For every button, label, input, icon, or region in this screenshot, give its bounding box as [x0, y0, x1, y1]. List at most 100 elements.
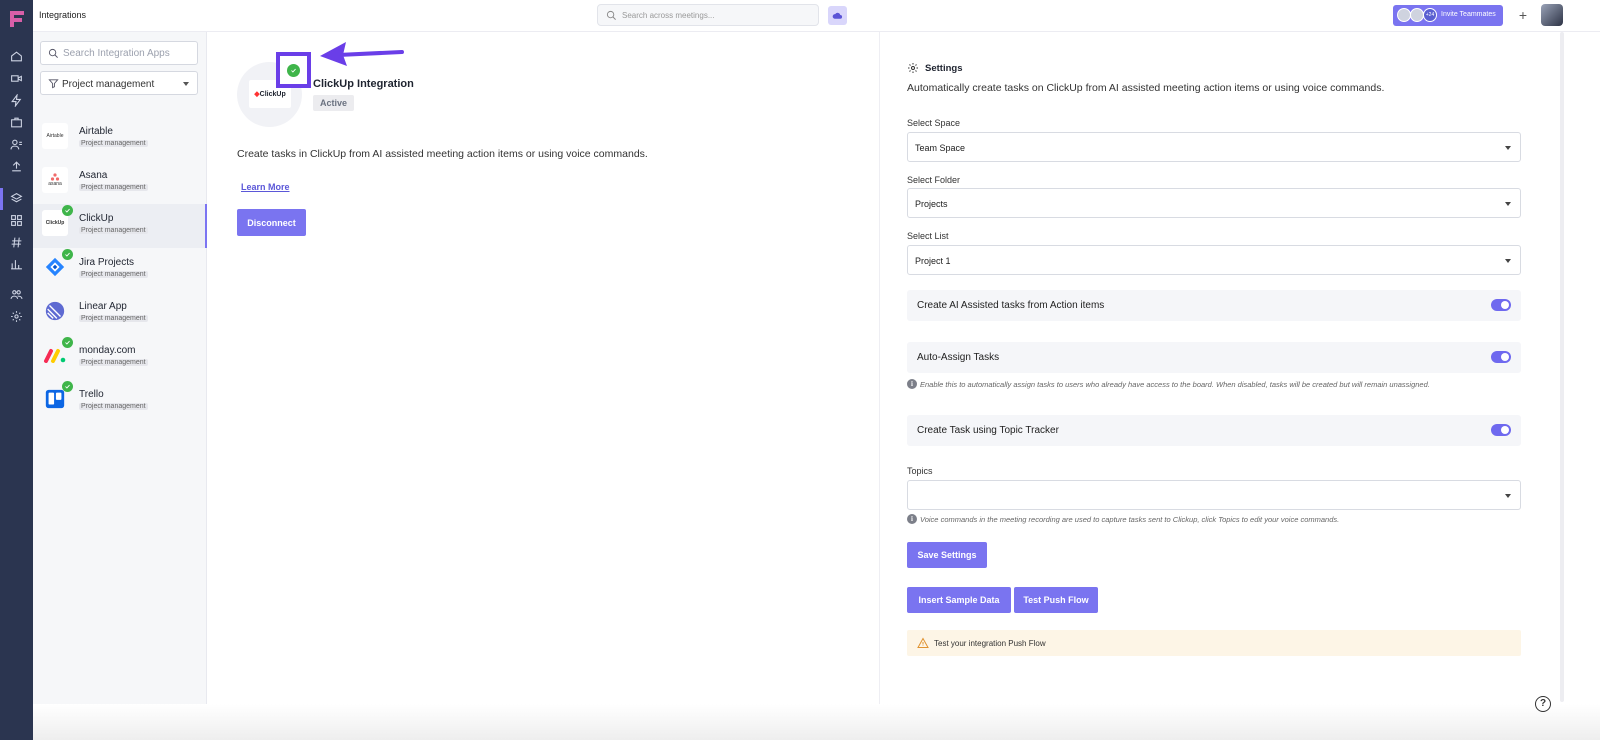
- lightning-icon[interactable]: [9, 93, 24, 108]
- teammate-avatar: [1397, 8, 1411, 22]
- clickup-logo-text: ClickUp: [45, 220, 65, 226]
- video-icon[interactable]: [9, 71, 24, 86]
- disconnect-button[interactable]: Disconnect: [237, 209, 306, 236]
- linear-logo-icon: [42, 298, 68, 324]
- sidebar-item-monday[interactable]: monday.com Project management: [33, 336, 207, 380]
- integration-app-list: Project management Airtable Airtable Pro…: [33, 32, 207, 710]
- connected-check-icon: [62, 337, 73, 348]
- folder-value: Projects: [915, 199, 948, 209]
- app-category: Project management: [79, 315, 148, 322]
- grid-icon[interactable]: [9, 213, 24, 228]
- home-icon[interactable]: [9, 49, 24, 64]
- warning-icon: [917, 637, 929, 648]
- cloud-button[interactable]: [828, 6, 847, 25]
- panel-divider: [879, 32, 880, 710]
- meeting-search-placeholder: Search across meetings...: [622, 11, 715, 20]
- linear-mark-icon: [45, 301, 65, 321]
- settings-header: Settings: [907, 62, 962, 74]
- jira-mark-icon: [45, 257, 65, 277]
- sidebar-item-asana[interactable]: asana Asana Project management: [33, 161, 207, 205]
- app-name: Asana: [79, 170, 108, 181]
- topics-select[interactable]: [907, 480, 1521, 510]
- chevron-down-icon: [1505, 494, 1511, 498]
- scrollbar[interactable]: [1560, 32, 1564, 702]
- category-filter-value: Project management: [62, 79, 155, 90]
- connected-check-icon: [62, 381, 73, 392]
- asana-logo-icon: asana: [42, 167, 68, 193]
- topics-hint-text: Voice commands in the meeting recording …: [920, 514, 1340, 524]
- page-title: Integrations: [39, 10, 87, 20]
- add-button[interactable]: +: [1514, 6, 1532, 24]
- contacts-icon[interactable]: [9, 137, 24, 152]
- user-avatar[interactable]: [1541, 4, 1563, 26]
- invite-teammates-label: Invite Teammates: [1441, 11, 1496, 18]
- invite-teammates-button[interactable]: +24 Invite Teammates: [1393, 5, 1503, 26]
- auto-assign-label: Auto-Assign Tasks: [917, 352, 1000, 363]
- list-value: Project 1: [915, 256, 951, 266]
- settings-icon[interactable]: [9, 309, 24, 324]
- app-name: monday.com: [79, 345, 136, 356]
- sidebar-item-trello[interactable]: Trello Project management: [33, 380, 207, 424]
- list-select[interactable]: Project 1: [907, 245, 1521, 275]
- monday-mark-icon: [44, 349, 66, 363]
- teammate-avatar: [1410, 8, 1424, 22]
- app-category: Project management: [79, 227, 148, 234]
- test-push-flow-button[interactable]: Test Push Flow: [1014, 587, 1098, 613]
- upload-icon[interactable]: [9, 159, 24, 174]
- integration-search-input[interactable]: [63, 45, 193, 61]
- layers-icon[interactable]: [9, 191, 24, 206]
- auto-assign-hint-text: Enable this to automatically assign task…: [920, 379, 1430, 389]
- sidebar-item-airtable[interactable]: Airtable Airtable Project management: [33, 117, 207, 161]
- sidebar-item-jira-projects[interactable]: Jira Projects Project management: [33, 248, 207, 292]
- sidebar-item-clickup[interactable]: ClickUp ClickUp Project management: [33, 204, 207, 248]
- topic-tracker-toggle[interactable]: [1491, 424, 1511, 436]
- airtable-logo-text: Airtable: [46, 133, 64, 139]
- app-category: Project management: [79, 140, 148, 147]
- chevron-down-icon: [1505, 259, 1511, 263]
- brand-logo[interactable]: [8, 9, 26, 29]
- insert-sample-data-button[interactable]: Insert Sample Data: [907, 587, 1011, 613]
- topics-label: Topics: [907, 466, 933, 476]
- meeting-search-input[interactable]: Search across meetings...: [597, 4, 819, 26]
- auto-assign-hint: i Enable this to automatically assign ta…: [907, 379, 1430, 389]
- save-settings-button[interactable]: Save Settings: [907, 542, 987, 568]
- integration-description: Create tasks in ClickUp from AI assisted…: [237, 148, 648, 160]
- topics-hint: i Voice commands in the meeting recordin…: [907, 514, 1339, 524]
- nav-rail: [0, 0, 33, 740]
- list-label: Select List: [907, 231, 949, 241]
- clickup-logo-text: ClickUp: [259, 90, 286, 98]
- auto-assign-toggle[interactable]: [1491, 351, 1511, 363]
- category-filter-dropdown[interactable]: Project management: [40, 71, 198, 95]
- topic-tracker-label: Create Task using Topic Tracker: [917, 425, 1059, 436]
- ai-tasks-toggle[interactable]: [1491, 299, 1511, 311]
- info-icon: i: [907, 379, 917, 389]
- settings-heading: Settings: [925, 62, 963, 74]
- asana-dots-icon: [50, 173, 60, 181]
- space-select[interactable]: Team Space: [907, 132, 1521, 162]
- app-name: Linear App: [79, 301, 127, 312]
- topic-tracker-setting: Create Task using Topic Tracker: [907, 415, 1521, 446]
- team-icon[interactable]: [9, 287, 24, 302]
- bottom-edge: [33, 704, 1600, 740]
- sidebar-item-linear-app[interactable]: Linear App Project management: [33, 292, 207, 336]
- chevron-down-icon: [1505, 202, 1511, 206]
- chart-icon[interactable]: [9, 257, 24, 272]
- folder-select[interactable]: Projects: [907, 188, 1521, 218]
- folder-label: Select Folder: [907, 175, 961, 185]
- integration-search-field[interactable]: [40, 41, 198, 65]
- settings-description: Automatically create tasks on ClickUp fr…: [907, 82, 1385, 94]
- app-name: Airtable: [79, 126, 113, 137]
- asana-logo-text: asana: [48, 181, 62, 187]
- app-category: Project management: [79, 403, 148, 410]
- app-name: ClickUp: [79, 213, 114, 224]
- learn-more-link[interactable]: Learn More: [241, 182, 290, 192]
- ai-tasks-label: Create AI Assisted tasks from Action ite…: [917, 300, 1105, 311]
- chevron-down-icon: [1505, 146, 1511, 150]
- help-icon[interactable]: ?: [1535, 696, 1551, 712]
- briefcase-icon[interactable]: [9, 115, 24, 130]
- hashtag-icon[interactable]: [9, 235, 24, 250]
- app-name: Jira Projects: [79, 257, 135, 268]
- app-category: Project management: [79, 359, 148, 366]
- gear-icon: [908, 63, 918, 73]
- test-warning-banner: Test your integration Push Flow: [907, 630, 1521, 656]
